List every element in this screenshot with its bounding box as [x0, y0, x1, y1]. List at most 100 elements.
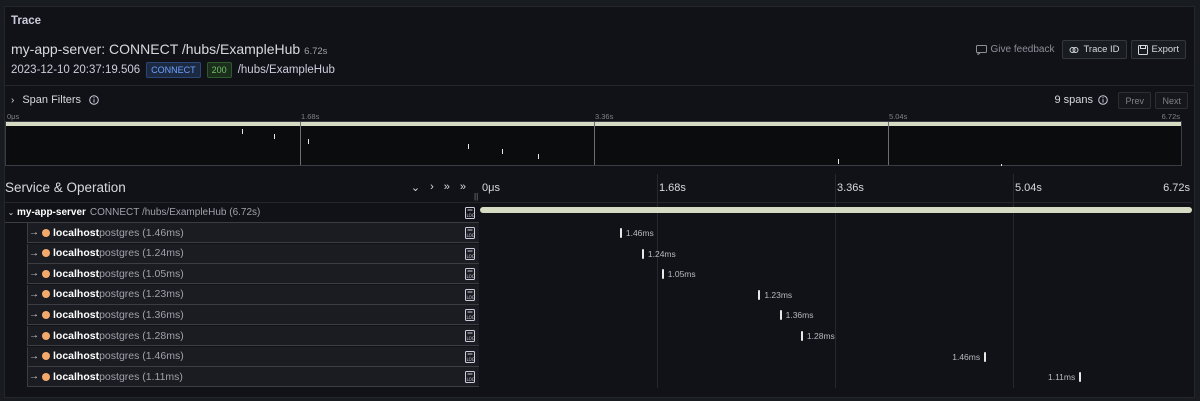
span-row[interactable]: → localhost postgres (1.36ms) LOG 1.36ms [5, 305, 1192, 326]
arrow-right-icon: → [29, 268, 39, 280]
span-duration-label: 1.24ms [647, 248, 676, 259]
service-color-dot [42, 249, 50, 258]
logs-icon[interactable]: LOG [464, 227, 477, 239]
span-bar[interactable] [1079, 372, 1082, 383]
minimap-span-tick [502, 149, 503, 154]
header-divider [5, 85, 1194, 86]
trace-meta: 2023-12-10 20:37:19.506 CONNECT 200 /hub… [11, 62, 335, 78]
timeline-tick: 6.72s [1163, 182, 1190, 194]
span-name-cell[interactable]: → localhost postgres (1.11ms) [27, 367, 479, 388]
span-row[interactable]: → localhost postgres (1.46ms) LOG 1.46ms [5, 346, 1192, 367]
span-row[interactable]: → localhost postgres (1.24ms) LOG 1.24ms [5, 243, 1192, 264]
span-name-cell[interactable]: → localhost postgres (1.36ms) [27, 305, 479, 326]
span-bar[interactable] [758, 289, 761, 300]
minimap-gridline [594, 122, 595, 165]
span-bar[interactable] [661, 269, 664, 280]
status-tag: 200 [206, 62, 232, 78]
span-row[interactable]: → localhost postgres (1.46ms) LOG 1.46ms [5, 223, 1192, 243]
span-filters-label: Span Filters [22, 94, 82, 106]
minimap-tick: 6.72s [1161, 112, 1180, 121]
logs-icon[interactable]: LOG [464, 309, 477, 322]
trace-minimap[interactable]: 0μs 1.68s 3.36s 5.04s 6.72s [5, 112, 1182, 166]
span-operation-name: postgres (1.46ms) [99, 226, 184, 239]
span-name-cell[interactable]: → localhost postgres (1.28ms) [27, 326, 479, 346]
arrow-right-icon: → [29, 309, 39, 321]
minimap-canvas[interactable] [5, 121, 1182, 166]
prev-button[interactable]: Prev [1118, 92, 1151, 109]
export-button[interactable]: Export [1130, 40, 1186, 59]
span-row[interactable]: → localhost postgres (1.28ms) LOG 1.28ms [5, 326, 1192, 346]
svg-text:LOG: LOG [467, 254, 475, 259]
span-row[interactable]: → localhost postgres (1.05ms) LOG 1.05ms [5, 264, 1192, 285]
root-service-name: my-app-server [17, 207, 86, 218]
service-color-dot [42, 269, 50, 278]
span-name-cell[interactable]: → localhost postgres (1.24ms) [27, 243, 479, 264]
double-chevron-down-icon[interactable]: » [444, 181, 450, 194]
logs-icon[interactable]: LOG [464, 371, 477, 384]
logs-icon[interactable]: LOG [464, 247, 477, 260]
span-duration-label: 1.23ms [764, 289, 793, 300]
service-color-dot [42, 290, 50, 299]
span-bar[interactable] [984, 351, 987, 362]
logs-icon[interactable]: LOG [464, 350, 477, 363]
minimap-tick: 0μs [7, 112, 20, 121]
span-name-cell[interactable]: → localhost postgres (1.05ms) [27, 264, 479, 285]
svg-text:LOG: LOG [467, 315, 475, 320]
logs-icon[interactable]: LOG [464, 268, 477, 281]
span-service-name: localhost [53, 226, 100, 239]
arrow-right-icon: → [29, 371, 39, 383]
info-icon [1098, 95, 1108, 105]
chevron-right-icon: › [11, 94, 15, 106]
span-name-cell[interactable]: → localhost postgres (1.23ms) [27, 284, 479, 305]
span-row[interactable]: → localhost postgres (1.11ms) LOG 1.11ms [5, 367, 1192, 388]
span-filters-toggle[interactable]: › Span Filters [11, 94, 99, 106]
trace-id-button[interactable]: Trace ID [1062, 40, 1127, 59]
span-count-label: 9 spans [1054, 94, 1093, 106]
span-duration-label: 1.46ms [625, 228, 654, 238]
service-color-dot [42, 310, 50, 319]
span-row-root[interactable]: ⌄ my-app-server CONNECT /hubs/ExampleHub… [5, 203, 1192, 223]
span-name-cell[interactable]: → localhost postgres (1.46ms) [27, 223, 479, 243]
span-name-cell[interactable]: → localhost postgres (1.46ms) [27, 346, 479, 367]
timeline-tick: 5.04s [1015, 182, 1042, 194]
span-duration-label: 1.46ms [952, 351, 981, 362]
svg-text:LOG: LOG [467, 233, 475, 238]
logs-icon[interactable]: LOG [464, 207, 477, 219]
span-bar[interactable] [800, 331, 803, 341]
span-operation-name: postgres (1.46ms) [99, 350, 184, 363]
trace-title-text: my-app-server: CONNECT /hubs/ExampleHub [11, 41, 301, 57]
minimap-span-tick [1001, 164, 1002, 166]
span-bar[interactable] [619, 228, 622, 238]
span-bar[interactable] [779, 310, 782, 321]
double-chevron-right-icon[interactable]: » [460, 181, 466, 194]
span-row[interactable]: → localhost postgres (1.23ms) LOG 1.23ms [5, 284, 1192, 305]
save-icon [1137, 44, 1148, 55]
service-operation-header: Service & Operation ⌄ › » » [5, 174, 474, 202]
comment-icon [975, 44, 987, 55]
logs-icon[interactable]: LOG [464, 330, 477, 342]
service-color-dot [42, 372, 50, 381]
next-button[interactable]: Next [1155, 92, 1188, 109]
timeline-tick: 1.68s [659, 182, 686, 194]
span-service-name: localhost [53, 267, 100, 280]
minimap-gridline [888, 122, 889, 165]
root-span-bar[interactable] [480, 207, 1192, 213]
chevron-down-icon[interactable]: ⌄ [5, 208, 17, 217]
trace-start-time: 2023-12-10 20:37:19.506 [11, 64, 141, 76]
span-name-cell[interactable]: ⌄ my-app-server CONNECT /hubs/ExampleHub… [5, 203, 479, 223]
span-operation-name: postgres (1.24ms) [99, 247, 184, 260]
svg-text:LOG: LOG [467, 274, 475, 279]
chevron-right-icon[interactable]: › [430, 181, 434, 194]
chevron-down-icon[interactable]: ⌄ [411, 181, 420, 194]
span-bar[interactable] [641, 248, 644, 259]
logs-icon[interactable]: LOG [464, 288, 477, 301]
trace-id-label: Trace ID [1083, 44, 1120, 55]
give-feedback-link[interactable]: Give feedback [975, 44, 1054, 55]
span-duration-label: 1.11ms [1048, 372, 1076, 383]
timeline-tick: 0μs [482, 182, 500, 194]
service-color-dot [42, 352, 50, 361]
minimap-span-tick [838, 159, 839, 164]
export-label: Export [1151, 44, 1179, 55]
span-duration-label: 1.28ms [806, 331, 835, 341]
span-service-name: localhost [53, 329, 100, 342]
